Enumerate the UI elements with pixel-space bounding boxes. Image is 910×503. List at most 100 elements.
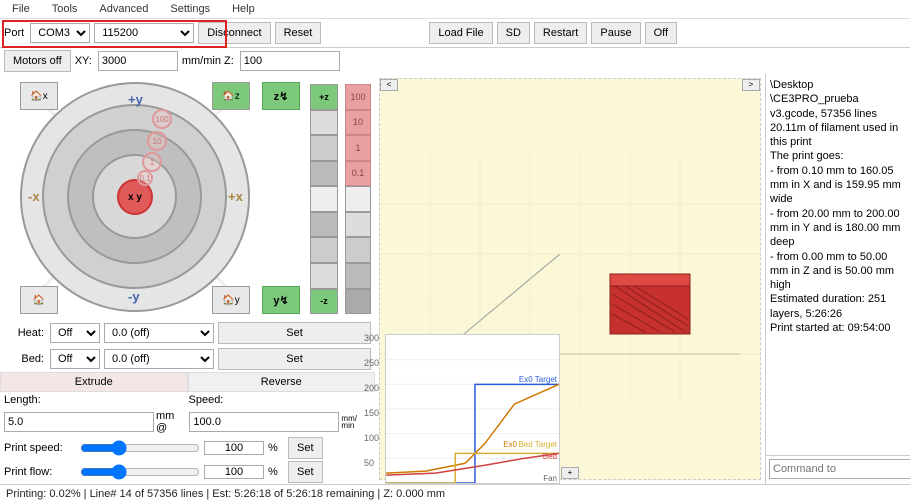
pct-label: %: [268, 442, 284, 454]
status-bar: Printing: 0.02% | Line# 14 of 57356 line…: [0, 484, 910, 503]
chart-xlabel: Fan: [543, 474, 557, 483]
home-corner-button[interactable]: 🏠: [20, 286, 58, 314]
length-speed-labels: Length: Speed:: [0, 392, 375, 408]
pause-button[interactable]: Pause: [591, 22, 640, 44]
print-flow-set-button[interactable]: Set: [288, 461, 323, 483]
log-line: 20.11m of filament used in this print: [770, 121, 906, 150]
sd-button[interactable]: SD: [497, 22, 530, 44]
step-10-icon: 10: [147, 131, 167, 151]
menu-advanced[interactable]: Advanced: [95, 2, 152, 16]
print-speed-row: Print speed: 100 % Set: [0, 436, 375, 460]
scale-100[interactable]: 100: [345, 84, 371, 110]
port-select[interactable]: COM3: [30, 23, 90, 43]
print-speed-label: Print speed:: [4, 442, 74, 454]
preview-object: [610, 274, 690, 334]
jog-panel: x y +y -y +x -x 100 10 1 0.1 🏠x 🏠z 🏠 🏠y …: [0, 74, 375, 320]
xy-speed-input[interactable]: [98, 51, 178, 71]
menu-file[interactable]: File: [8, 2, 34, 16]
bed-profile-select[interactable]: 0.0 (off): [104, 349, 214, 369]
log-line: \CE3PRO_prueba v3.gcode, 57356 lines: [770, 92, 906, 121]
menu-bar: File Tools Advanced Settings Help: [0, 0, 910, 19]
step-01-icon: 0.1: [137, 170, 153, 186]
heat-set-button[interactable]: Set: [218, 322, 371, 344]
z-step-a[interactable]: [310, 110, 338, 136]
z-step-mid[interactable]: [310, 186, 338, 212]
speed-label: Speed:: [189, 394, 372, 406]
baud-select[interactable]: 115200: [94, 23, 194, 43]
z-corner-bot-button[interactable]: y↯: [262, 286, 300, 314]
heat-off-select[interactable]: Off: [50, 323, 100, 343]
pct-label: %: [268, 466, 284, 478]
z-jog-bar: +z -z: [310, 84, 338, 314]
log-line: \Desktop: [770, 78, 906, 92]
z-step-e[interactable]: [310, 237, 338, 263]
extrude-button[interactable]: Extrude: [0, 372, 188, 392]
reverse-button[interactable]: Reverse: [188, 372, 376, 392]
print-flow-value[interactable]: 100: [204, 465, 264, 479]
mm-at-label: mm @: [156, 410, 187, 434]
menu-tools[interactable]: Tools: [48, 2, 82, 16]
print-flow-slider[interactable]: [80, 464, 200, 480]
z-step-d[interactable]: [310, 212, 338, 238]
bed-label: Bed:: [4, 353, 44, 365]
restart-button[interactable]: Restart: [534, 22, 587, 44]
disconnect-button[interactable]: Disconnect: [198, 22, 270, 44]
z-step-f[interactable]: [310, 263, 338, 289]
home-x-button[interactable]: 🏠x: [20, 82, 58, 110]
toolbar: Port COM3 115200 Disconnect Reset Load F…: [0, 19, 910, 48]
z-minus-button[interactable]: -z: [310, 289, 338, 315]
length-label: Length:: [4, 394, 187, 406]
off-button[interactable]: Off: [645, 22, 677, 44]
jog-settings-row: Motors off XY: mm/min Z:: [0, 48, 910, 74]
length-speed-row: mm @ mm/ min: [0, 408, 375, 436]
length-input[interactable]: [4, 412, 154, 432]
print-speed-set-button[interactable]: Set: [288, 437, 323, 459]
print-speed-slider[interactable]: [80, 440, 200, 456]
menu-settings[interactable]: Settings: [166, 2, 214, 16]
scale-1[interactable]: 1: [345, 135, 371, 161]
legend-bed: Bed: [543, 452, 557, 461]
heat-profile-select[interactable]: 0.0 (off): [104, 323, 214, 343]
log-panel[interactable]: \Desktop \CE3PRO_prueba v3.gcode, 57356 …: [766, 74, 910, 455]
log-line: Estimated duration: 251 layers, 5:26:26: [770, 292, 906, 321]
motors-off-button[interactable]: Motors off: [4, 50, 71, 72]
legend-ex0: Ex0: [503, 440, 517, 449]
xy-label: XY:: [75, 55, 92, 67]
command-row: Send: [766, 455, 910, 484]
print-flow-label: Print flow:: [4, 466, 74, 478]
speed-input[interactable]: [189, 412, 339, 432]
z-step-c[interactable]: [310, 161, 338, 187]
step-1-icon: 1: [142, 152, 162, 172]
port-label: Port: [4, 27, 24, 39]
log-line: The print goes:: [770, 149, 906, 163]
z-speed-input[interactable]: [240, 51, 340, 71]
legend-ex0-target: Ex0 Target: [519, 375, 557, 384]
extrude-reverse-row: Extrude Reverse: [0, 372, 375, 392]
temperature-chart: 300 250 200 150 100 50 Ex0 Target Ex0 Be…: [385, 334, 560, 484]
menu-help[interactable]: Help: [228, 2, 259, 16]
load-file-button[interactable]: Load File: [429, 22, 492, 44]
legend-bed-target: Bed Target: [518, 440, 557, 449]
step-100-icon: 100: [152, 109, 172, 129]
heat-label: Heat:: [4, 327, 44, 339]
bed-off-select[interactable]: Off: [50, 349, 100, 369]
z-plus-button[interactable]: +z: [310, 84, 338, 110]
home-z-button[interactable]: 🏠z: [212, 82, 250, 110]
print-speed-value[interactable]: 100: [204, 441, 264, 455]
log-line: Print started at: 09:54:00: [770, 321, 906, 335]
bed-set-button[interactable]: Set: [218, 348, 371, 370]
heat-row: Heat: Off 0.0 (off) Set: [0, 320, 375, 346]
log-line: - from 0.00 mm to 50.00 mm in Z and is 5…: [770, 250, 906, 293]
command-input[interactable]: [769, 459, 910, 479]
mmmin-z-label: mm/min Z:: [182, 55, 234, 67]
home-y-button[interactable]: 🏠y: [212, 286, 250, 314]
log-line: - from 0.10 mm to 160.05 mm in X and is …: [770, 164, 906, 207]
scale-01[interactable]: 0.1: [345, 161, 371, 187]
z-corner-top-button[interactable]: z↯: [262, 82, 300, 110]
log-line: - from 20.00 mm to 200.00 mm in Y and is…: [770, 207, 906, 250]
scale-10[interactable]: 10: [345, 110, 371, 136]
reset-button[interactable]: Reset: [275, 22, 322, 44]
print-flow-row: Print flow: 100 % Set: [0, 460, 375, 484]
bed-row: Bed: Off 0.0 (off) Set: [0, 346, 375, 372]
z-step-b[interactable]: [310, 135, 338, 161]
